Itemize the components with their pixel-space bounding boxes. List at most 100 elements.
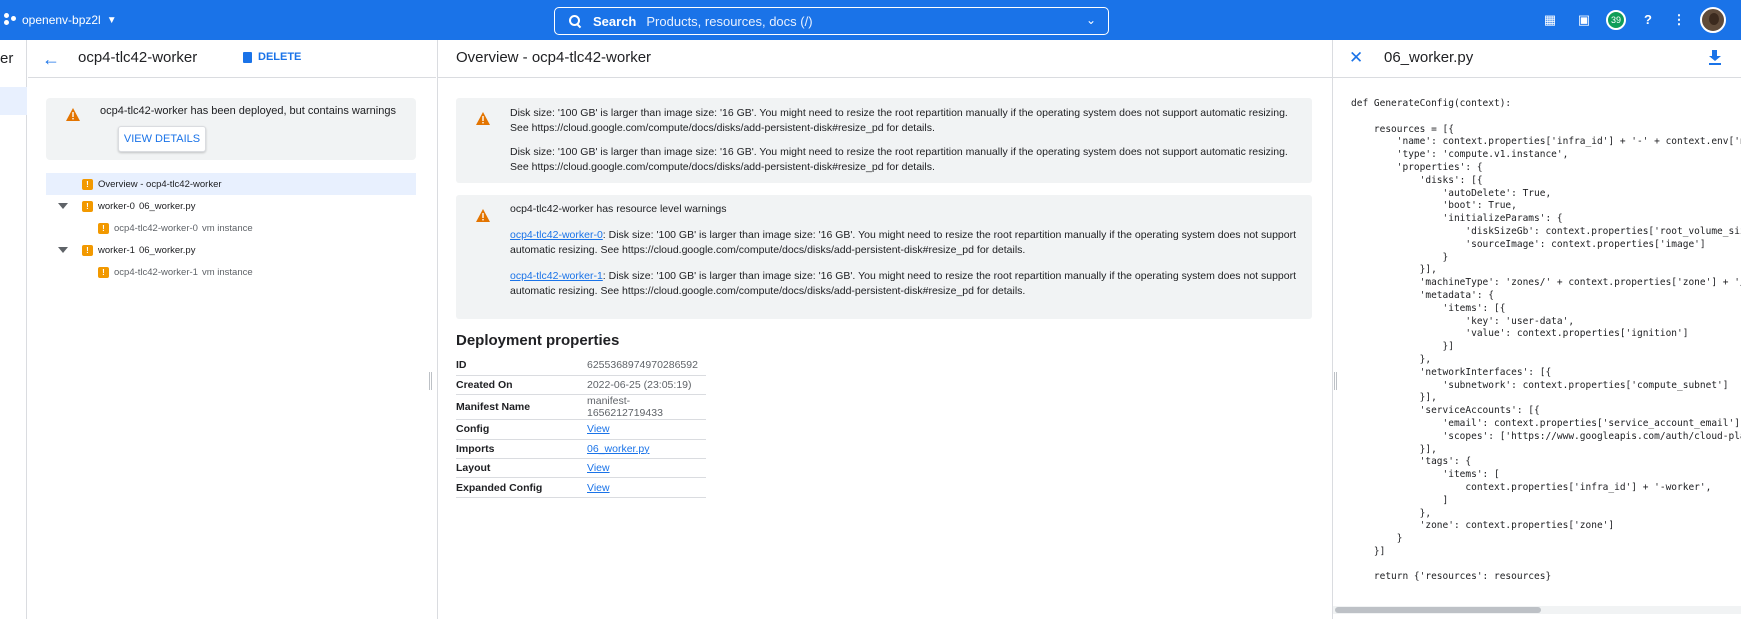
- delete-label: DELETE: [258, 51, 302, 63]
- property-key: Created On: [456, 375, 587, 396]
- warning-icon: !: [98, 266, 109, 278]
- nav-strip: er: [0, 40, 27, 619]
- resource-warning-text: : Disk size: '100 GB' is larger than ima…: [510, 270, 1297, 297]
- nav-label: er: [0, 50, 14, 67]
- project-name: openenv-bpz2l: [22, 13, 101, 27]
- tree-item-label: worker-0: [98, 200, 135, 212]
- warning-icon: !: [82, 178, 93, 190]
- property-value: 2022-06-25 (23:05:19): [587, 375, 706, 396]
- tree-item-label: ocp4-tlc42-worker-0: [114, 222, 198, 234]
- resource-link[interactable]: ocp4-tlc42-worker-1: [510, 270, 603, 282]
- tree-item-worker-0[interactable]: ! worker-0 06_worker.py: [46, 195, 416, 217]
- tree-item-worker-1-vm[interactable]: ! ocp4-tlc42-worker-1 vm instance: [46, 261, 416, 283]
- tree-item-worker-1[interactable]: ! worker-1 06_worker.py: [46, 239, 416, 261]
- deployment-properties-title: Deployment properties: [456, 332, 620, 349]
- property-key: Imports: [456, 439, 587, 460]
- tree-item-worker-0-vm[interactable]: ! ocp4-tlc42-worker-0 vm instance: [46, 217, 416, 239]
- warning-message: Disk size: '100 GB' is larger than image…: [510, 107, 1288, 134]
- resource-tree: ! Overview - ocp4-tlc42-worker ! worker-…: [46, 173, 416, 283]
- tree-item-sub: vm instance: [201, 222, 253, 234]
- nav-selected-item[interactable]: [0, 87, 27, 115]
- table-row: Created On 2022-06-25 (23:05:19): [456, 375, 706, 396]
- tree-item-sub: 06_worker.py: [138, 200, 196, 212]
- config-view-link[interactable]: View: [587, 423, 610, 435]
- project-icon: [4, 13, 18, 27]
- file-title: 06_worker.py: [1384, 49, 1474, 66]
- property-value: manifest-1656212719433: [587, 394, 706, 421]
- table-row: Layout View: [456, 458, 706, 479]
- property-key: Expanded Config: [456, 477, 587, 498]
- overview-header: Overview - ocp4-tlc42-worker: [438, 40, 1332, 78]
- expand-icon[interactable]: [58, 203, 68, 209]
- property-value: 6255368974970286592: [587, 356, 706, 376]
- overview-panel: Overview - ocp4-tlc42-worker Disk size: …: [437, 40, 1332, 619]
- warning-icon: !: [98, 222, 109, 234]
- tree-item-label: ocp4-tlc42-worker-1: [114, 266, 198, 278]
- search-icon: [569, 15, 581, 27]
- tree-item-sub: 06_worker.py: [138, 244, 196, 256]
- chevron-down-icon: ▼: [106, 14, 117, 26]
- more-vert-icon[interactable]: ⋮: [1671, 12, 1687, 28]
- warning-icon: [476, 209, 490, 222]
- trash-icon: [243, 51, 252, 63]
- overview-title: Overview - ocp4-tlc42-worker: [456, 49, 652, 66]
- property-key: Layout: [456, 458, 587, 479]
- search-placeholder: Products, resources, docs (/): [646, 13, 813, 29]
- resource-warning-item: ocp4-tlc42-worker-1: Disk size: '100 GB'…: [510, 269, 1300, 299]
- tree-item-label: worker-1: [98, 244, 135, 256]
- view-details-button[interactable]: VIEW DETAILS: [118, 126, 206, 152]
- deployment-header: ← ocp4-tlc42-worker DELETE: [28, 40, 436, 78]
- warning-icon: [66, 108, 80, 121]
- avatar[interactable]: [1700, 7, 1726, 33]
- scrollbar-thumb[interactable]: [1335, 607, 1541, 613]
- disk-warning-card: Disk size: '100 GB' is larger than image…: [456, 98, 1312, 183]
- table-row: Imports 06_worker.py: [456, 439, 706, 460]
- download-icon[interactable]: [1709, 50, 1721, 66]
- warning-icon: !: [82, 200, 93, 212]
- delete-button[interactable]: DELETE: [243, 51, 301, 63]
- search-bar[interactable]: Search Products, resources, docs (/) ⌄: [554, 7, 1109, 35]
- table-row: Expanded Config View: [456, 477, 706, 498]
- top-bar: openenv-bpz2l ▼ Search Products, resourc…: [0, 0, 1741, 40]
- warning-icon: [476, 112, 490, 125]
- warning-text: ocp4-tlc42-worker has been deployed, but…: [100, 105, 396, 117]
- gift-icon[interactable]: ▦: [1542, 12, 1558, 28]
- layout-view-link[interactable]: View: [587, 462, 610, 474]
- deployment-title: ocp4-tlc42-worker: [78, 49, 198, 66]
- resource-warning-text: : Disk size: '100 GB' is larger than ima…: [510, 229, 1297, 256]
- project-selector[interactable]: openenv-bpz2l ▼: [4, 10, 117, 30]
- property-key: ID: [456, 356, 587, 376]
- table-row: Config View: [456, 419, 706, 440]
- file-viewer-header: ✕ 06_worker.py: [1333, 40, 1741, 78]
- deployment-panel: ← ocp4-tlc42-worker DELETE ocp4-tlc42-wo…: [28, 40, 436, 619]
- code-content: def GenerateConfig(context): resources =…: [1351, 98, 1741, 583]
- expanded-config-view-link[interactable]: View: [587, 482, 610, 494]
- file-viewer-panel: ✕ 06_worker.py def GenerateConfig(contex…: [1332, 40, 1741, 619]
- chevron-down-icon[interactable]: ⌄: [1086, 13, 1096, 27]
- resize-handle[interactable]: [429, 372, 432, 390]
- property-key: Config: [456, 419, 587, 440]
- table-row: ID 6255368974970286592: [456, 356, 706, 376]
- help-icon[interactable]: ?: [1640, 12, 1656, 28]
- tree-item-sub: vm instance: [201, 266, 253, 278]
- resource-warning-item: ocp4-tlc42-worker-0: Disk size: '100 GB'…: [510, 228, 1300, 258]
- tree-item-label: Overview - ocp4-tlc42-worker: [98, 178, 222, 190]
- close-icon[interactable]: ✕: [1349, 48, 1363, 68]
- resource-warning-title: ocp4-tlc42-worker has resource level war…: [510, 203, 727, 215]
- terminal-icon[interactable]: ▣: [1576, 12, 1592, 28]
- imports-link[interactable]: 06_worker.py: [587, 443, 649, 455]
- expand-icon[interactable]: [58, 247, 68, 253]
- deployment-properties-table: ID 6255368974970286592 Created On 2022-06-…: [456, 356, 706, 498]
- search-label: Search: [593, 13, 637, 29]
- resource-link[interactable]: ocp4-tlc42-worker-0: [510, 229, 603, 241]
- property-key: Manifest Name: [456, 394, 587, 421]
- back-arrow-icon[interactable]: ←: [42, 50, 60, 68]
- notifications-badge[interactable]: 39: [1606, 10, 1626, 30]
- resource-warning-card: ocp4-tlc42-worker has resource level war…: [456, 195, 1312, 319]
- tree-item-overview[interactable]: ! Overview - ocp4-tlc42-worker: [46, 173, 416, 195]
- horizontal-scrollbar[interactable]: [1333, 606, 1741, 614]
- warning-icon: !: [82, 244, 93, 256]
- table-row: Manifest Name manifest-1656212719433: [456, 394, 706, 421]
- deployment-warning: ocp4-tlc42-worker has been deployed, but…: [46, 98, 416, 160]
- warning-message: Disk size: '100 GB' is larger than image…: [510, 146, 1288, 173]
